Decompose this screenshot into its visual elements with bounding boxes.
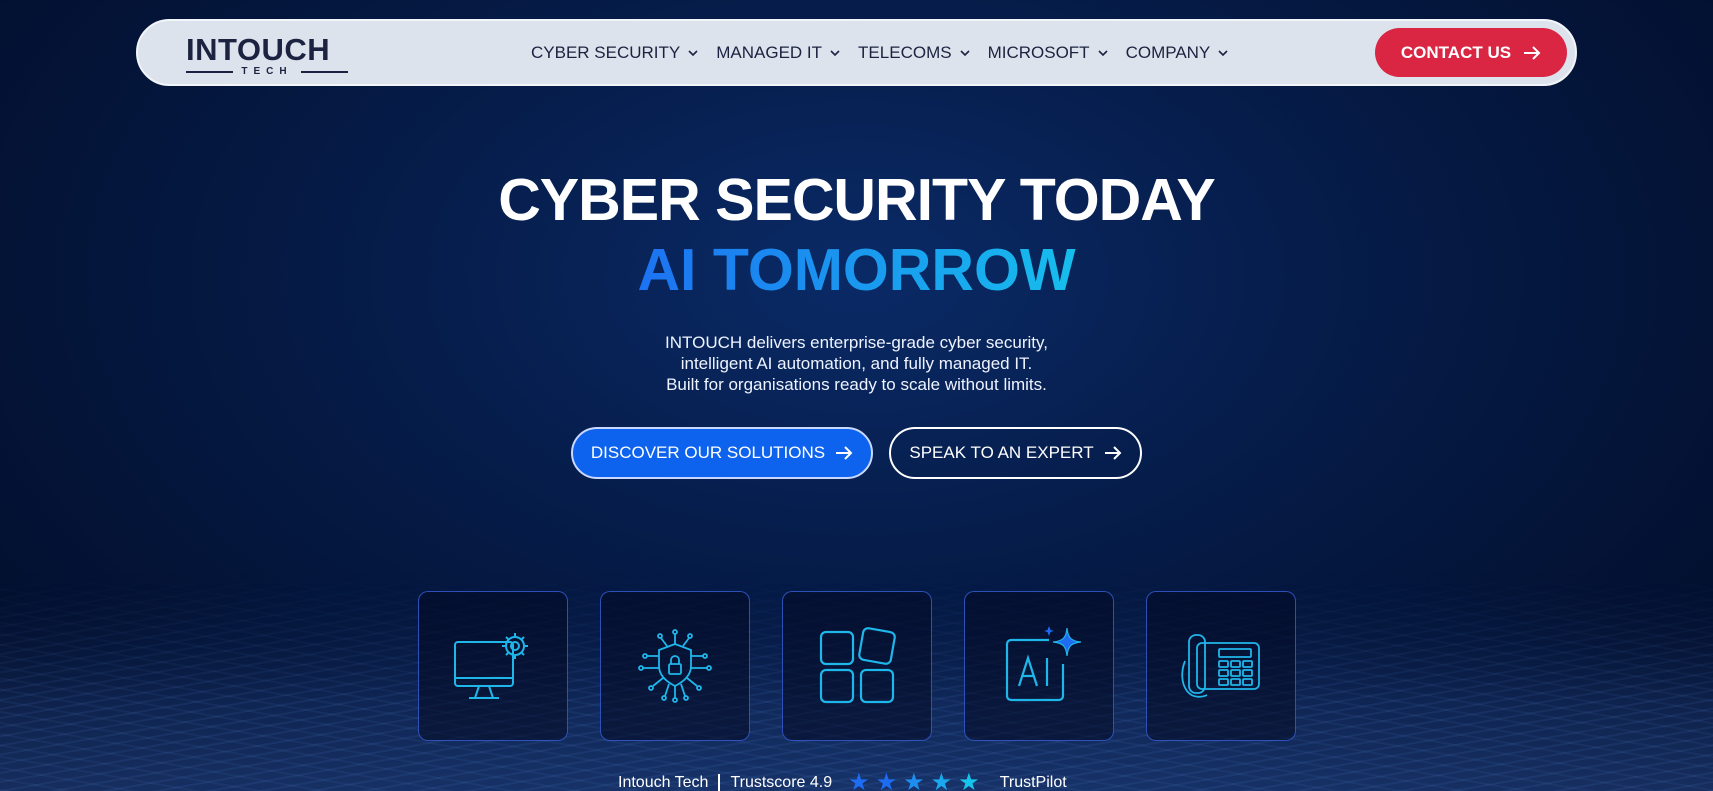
contact-us-button[interactable]: CONTACT US	[1375, 28, 1567, 77]
chevron-down-icon	[960, 50, 970, 57]
nav-label: TELECOMS	[858, 43, 952, 62]
nav-label: MICROSOFT	[987, 43, 1090, 62]
trust-company: Intouch Tech	[618, 774, 709, 791]
chevron-down-icon	[1098, 50, 1108, 57]
service-card-managed-it[interactable]	[418, 591, 568, 741]
button-label: DISCOVER OUR SOLUTIONS	[590, 443, 826, 462]
arrow-right-icon	[836, 446, 853, 460]
chevron-down-icon	[1218, 50, 1228, 57]
star-icon: ★	[875, 769, 898, 791]
service-cards	[418, 591, 1296, 741]
contact-label: CONTACT US	[1400, 42, 1512, 62]
nav-microsoft[interactable]: MICROSOFT	[988, 43, 1108, 63]
description-line: Built for organisations ready to scale w…	[666, 375, 1047, 394]
trust-provider: TrustPilot	[999, 774, 1067, 791]
rating-stars: ★ ★ ★ ★ ★	[848, 769, 980, 791]
shield-lock-circuit-icon	[638, 629, 712, 703]
hero-title: CYBER SECURITY TODAY	[498, 167, 1216, 233]
star-icon: ★	[848, 769, 870, 791]
arrow-right-icon	[1524, 45, 1541, 60]
arrow-right-icon	[1104, 446, 1122, 460]
service-card-cyber-security[interactable]	[600, 591, 750, 741]
ai-sparkle-icon	[1005, 626, 1081, 702]
top-navbar: INTOUCH TECH CYBER SECURITY MANAGED IT T…	[136, 19, 1577, 86]
service-card-apps[interactable]	[782, 591, 932, 741]
service-card-telecoms[interactable]	[1146, 591, 1296, 741]
brand-tagline: TECH	[241, 66, 293, 77]
main-nav: CYBER SECURITY MANAGED IT TELECOMS MICRO…	[531, 43, 1228, 63]
star-icon: ★	[958, 769, 980, 791]
speak-to-expert-button[interactable]: SPEAK TO AN EXPERT	[889, 427, 1142, 479]
trustpilot-rating[interactable]: Intouch Tech Trustscore 4.9 ★ ★ ★ ★ ★ Tr…	[618, 769, 1067, 791]
star-icon: ★	[903, 769, 925, 791]
chevron-down-icon	[830, 50, 840, 57]
button-label: SPEAK TO AN EXPERT	[909, 443, 1094, 462]
brand-name: INTOUCH	[186, 32, 331, 67]
nav-managed-it[interactable]: MANAGED IT	[716, 43, 840, 63]
desk-phone-icon	[1181, 634, 1260, 698]
discover-solutions-button[interactable]: DISCOVER OUR SOLUTIONS	[571, 427, 873, 479]
brand-logo[interactable]: INTOUCH TECH	[186, 32, 349, 77]
nav-telecoms[interactable]: TELECOMS	[858, 43, 970, 63]
description-line: INTOUCH delivers enterprise-grade cyber …	[665, 333, 1048, 352]
divider	[718, 774, 721, 791]
trust-score: Trustscore 4.9	[730, 774, 833, 791]
description-line: intelligent AI automation, and fully man…	[680, 354, 1033, 373]
hero-description: INTOUCH delivers enterprise-grade cyber …	[0, 332, 1713, 395]
nav-cyber-security[interactable]: CYBER SECURITY	[531, 43, 698, 63]
nav-label: CYBER SECURITY	[531, 43, 681, 62]
monitor-gear-icon	[454, 633, 528, 699]
star-icon: ★	[930, 769, 953, 791]
chevron-down-icon	[688, 50, 698, 57]
apps-grid-icon	[819, 627, 896, 704]
hero-subtitle: AI TOMORROW	[0, 235, 1713, 305]
nav-company[interactable]: COMPANY	[1126, 43, 1229, 63]
service-card-ai[interactable]	[964, 591, 1114, 741]
nav-label: COMPANY	[1125, 43, 1211, 62]
nav-label: MANAGED IT	[716, 43, 823, 62]
